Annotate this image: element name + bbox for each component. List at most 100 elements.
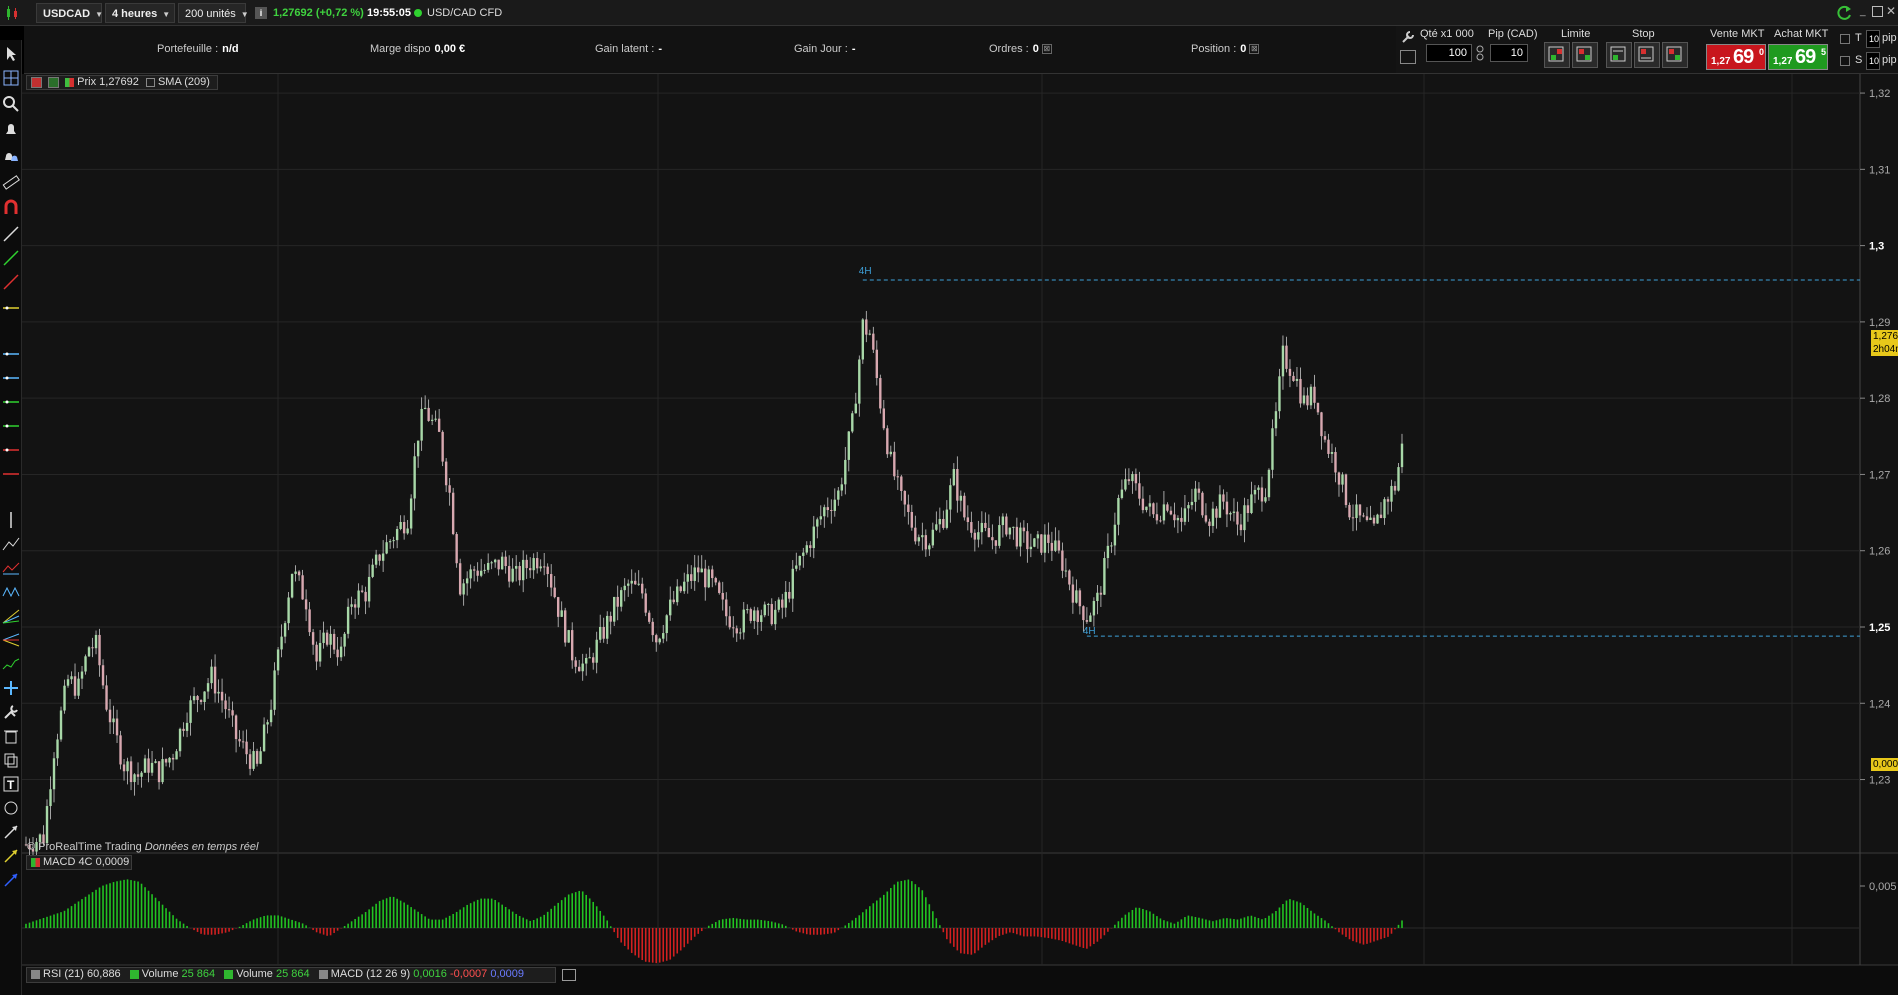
candle-body (1019, 527, 1022, 547)
level-tool-6-icon[interactable] (1, 464, 21, 484)
settings-icon[interactable] (48, 76, 60, 88)
candle-body (1026, 531, 1029, 550)
collapse-icon[interactable] (31, 76, 42, 88)
price-legend[interactable]: Prix 1,27692 SMA (209) (26, 75, 218, 90)
candle-body (91, 647, 94, 649)
alert-bell-icon[interactable] (1, 120, 21, 140)
candle-body (1334, 451, 1337, 473)
regression-icon[interactable] (1, 654, 21, 674)
buy-market-button[interactable]: 1,27 69 5 (1768, 44, 1828, 70)
candle-body (245, 741, 248, 755)
wave-icon[interactable] (1, 582, 21, 602)
chevron-down-icon: ▼ (95, 10, 103, 19)
line-tool-icon[interactable] (1, 224, 21, 244)
stop-loss-input[interactable]: 10 (1866, 52, 1880, 70)
stop-sell-button[interactable] (1634, 42, 1660, 68)
take-profit-checkbox[interactable] (1840, 34, 1850, 44)
text-tool-icon[interactable]: T (1, 774, 21, 794)
candle-body (1176, 517, 1180, 521)
macd-zero-tag: 0,000 (1871, 758, 1898, 771)
sell-market-button[interactable]: 1,27 69 0 (1706, 44, 1766, 70)
candle-body (1330, 451, 1334, 454)
refresh-icon[interactable] (1836, 4, 1854, 22)
minimize-icon[interactable]: _ (1860, 6, 1870, 18)
arrow-tool-icon[interactable] (1, 822, 21, 842)
candle-body (1232, 511, 1236, 513)
ruler-icon[interactable] (1, 172, 21, 192)
level-tool-5-icon[interactable] (1, 440, 21, 460)
candle-body (1351, 517, 1355, 519)
candle-body (549, 574, 553, 588)
expand-position-icon[interactable]: ⊠ (1249, 44, 1260, 55)
pip-input[interactable]: 10 (1490, 44, 1528, 62)
magnet-icon[interactable] (1, 198, 21, 218)
candle-body (108, 709, 112, 723)
candle-body (1068, 570, 1071, 585)
keyboard-icon[interactable] (1400, 50, 1416, 64)
timeframe-selector[interactable]: 4 heures ▼ (105, 3, 175, 23)
blue-arrow-icon[interactable] (1, 870, 21, 890)
stop-loss-checkbox[interactable] (1840, 56, 1850, 66)
pitchfork-icon[interactable] (1, 630, 21, 650)
ellipse-icon[interactable] (1, 798, 21, 818)
candle-body (893, 451, 896, 477)
zoom-icon[interactable] (1, 94, 21, 114)
crosshair-icon[interactable] (1, 68, 21, 88)
candle-body (259, 751, 262, 764)
position-info[interactable]: Position :0 ⊠ (1191, 43, 1260, 55)
candle-body (399, 521, 402, 529)
candle-body (1078, 590, 1082, 607)
vertical-line-icon[interactable] (1, 510, 21, 530)
multi-alert-icon[interactable] (1, 146, 21, 166)
cursor-icon[interactable] (1, 44, 21, 64)
level-tool-2-icon[interactable] (1, 368, 21, 388)
yellow-arrow-icon[interactable] (1, 846, 21, 866)
gann-fan-icon[interactable] (1, 606, 21, 626)
expand-orders-icon[interactable]: ⊠ (1041, 44, 1052, 55)
candle-body (585, 657, 588, 664)
arrow-cross-icon[interactable] (1, 678, 21, 698)
trash-icon[interactable] (1, 726, 21, 746)
candle-body (595, 639, 598, 663)
level-tool-3-icon[interactable] (1, 392, 21, 412)
level-tool-4-icon[interactable] (1, 416, 21, 436)
chart-area[interactable]: 1,32 1,31 1,3 1,29 1,28 1,27 1,26 1,25 1,24 1,23 4… (22, 74, 1898, 995)
candle-body (1043, 534, 1047, 553)
credit-brand: © ProRealTime Trading (27, 841, 142, 853)
horizontal-line-icon[interactable] (1, 298, 21, 318)
qty-input[interactable]: 100 (1426, 44, 1472, 62)
indicator-legend[interactable]: RSI (21) 60,886 Volume 25 864 Volume 25 … (26, 967, 556, 983)
candle-body (168, 757, 171, 763)
units-selector[interactable]: 200 unités ▼ (178, 3, 249, 23)
restore-icon[interactable] (1872, 6, 1883, 17)
wrench-icon[interactable] (1400, 29, 1416, 45)
candle-body (570, 630, 574, 661)
limit-sell-button[interactable] (1572, 42, 1598, 68)
stop-alt-button[interactable] (1662, 42, 1688, 68)
macd-legend[interactable]: MACD 4C 0,0009 (26, 855, 132, 870)
limit-buy-button[interactable] (1544, 42, 1570, 68)
symbol-selector[interactable]: USDCAD ▼ (36, 3, 103, 23)
candle-body (1001, 516, 1005, 526)
candle-body (535, 558, 539, 569)
info-icon[interactable]: i (255, 7, 267, 19)
candlestick-icon[interactable] (4, 5, 20, 21)
copy-icon[interactable] (1, 750, 21, 770)
stop-buy-button[interactable] (1606, 42, 1632, 68)
link-icon[interactable] (1475, 44, 1485, 62)
take-profit-input[interactable]: 10 (1866, 30, 1880, 48)
candle-body (973, 532, 977, 540)
fibonacci-icon[interactable] (1, 558, 21, 578)
red-line-icon[interactable] (1, 272, 21, 292)
candle-body (1033, 538, 1036, 547)
level-tool-1-icon[interactable] (1, 344, 21, 364)
orders-info[interactable]: Ordres :0 ⊠ (989, 43, 1052, 55)
chart-canvas[interactable]: 1,32 1,31 1,3 1,29 1,28 1,27 1,26 1,25 1,24 1,23 4… (22, 74, 1898, 995)
close-icon[interactable]: ✕ (1886, 4, 1896, 18)
green-line-icon[interactable] (1, 248, 21, 268)
window-icon[interactable] (562, 969, 576, 981)
candle-body (315, 644, 318, 662)
tools-icon[interactable] (1, 702, 21, 722)
candle-body (1173, 514, 1176, 521)
trend-channel-icon[interactable] (1, 534, 21, 554)
